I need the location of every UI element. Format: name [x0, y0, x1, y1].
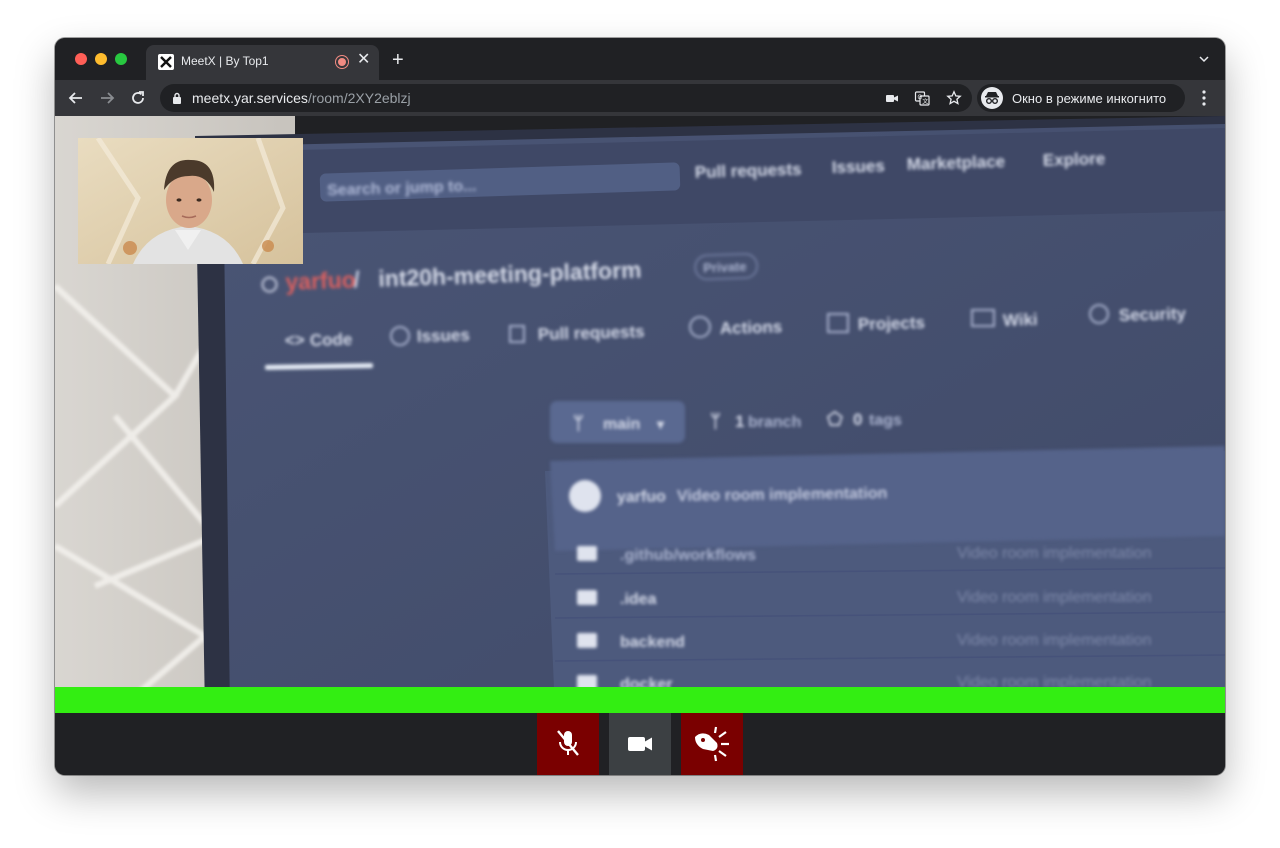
meetx-favicon-icon [158, 54, 174, 70]
recording-indicator-icon [336, 56, 348, 68]
camera-in-use-icon[interactable] [884, 90, 900, 106]
new-tab-button[interactable]: + [392, 50, 404, 70]
branch-dropdown-caret: ▾ [656, 416, 665, 432]
tag-icon: ⬠ [826, 409, 843, 429]
url-text: meetx.yar.services/room/2XY2eblzj [192, 90, 411, 106]
visibility-badge: Private [703, 259, 747, 276]
camera-icon [628, 737, 652, 751]
back-arrow-icon[interactable] [66, 88, 86, 108]
browser-window: MeetX | By Top1 ✕ + meetx.yar.services/r… [55, 38, 1225, 775]
file-row-0-name: .github/workflows [620, 547, 756, 564]
minimize-window-button[interactable] [95, 53, 107, 65]
branches-icon: ᛘ [710, 411, 721, 431]
active-speaker-indicator [55, 687, 1225, 713]
file-row-1-name: .idea [620, 591, 657, 608]
mic-off-icon [557, 730, 579, 756]
browser-tab[interactable]: MeetX | By Top1 ✕ [146, 45, 379, 80]
translate-icon[interactable]: G 文 [914, 90, 930, 106]
repo-tab-wiki: Wiki [1003, 310, 1038, 330]
toggle-camera-button[interactable] [609, 713, 671, 775]
branch-count: 1 [735, 412, 744, 431]
tag-word: tags [869, 412, 902, 429]
github-nav-issues: Issues [832, 156, 886, 177]
branch-button-label: main [603, 416, 640, 433]
url-path: /room/2XY2eblzj [307, 90, 411, 106]
reload-icon[interactable] [128, 88, 148, 108]
call-controls-bar [55, 713, 1225, 775]
repo-tab-security: Security [1119, 304, 1187, 325]
file-row-2-commit: Video room implementation [957, 632, 1151, 649]
file-row-1-commit: Video room implementation [957, 589, 1151, 606]
tag-count: 0 [853, 410, 862, 429]
zoom-window-button[interactable] [115, 53, 127, 65]
browser-menu-icon[interactable] [1197, 88, 1211, 108]
browser-toolbar: meetx.yar.services/room/2XY2eblzj G 文 Ок… [55, 80, 1225, 116]
screen-share-button[interactable] [681, 713, 743, 775]
incognito-label: Окно в режиме инкогнито [1012, 91, 1167, 106]
forward-arrow-icon[interactable] [97, 88, 117, 108]
tab-title: MeetX | By Top1 [181, 54, 269, 68]
repo-tab-pull-requests: Pull requests [538, 322, 645, 344]
incognito-badge[interactable]: Окно в режиме инкогнито [977, 84, 1185, 112]
tab-search-chevron-icon[interactable] [1199, 54, 1209, 64]
screen-share-icon [695, 726, 729, 762]
commit-message: Video room implementation [677, 485, 888, 505]
repo-tab-issues: Issues [417, 326, 470, 346]
local-camera-preview [78, 138, 303, 264]
branch-icon: ᛘ [573, 413, 584, 433]
commit-author: yarfuo [617, 488, 666, 506]
file-row-2-name: backend [620, 634, 685, 651]
tab-strip: MeetX | By Top1 ✕ + [55, 38, 1225, 80]
close-window-button[interactable] [75, 53, 87, 65]
branch-word: branch [748, 414, 801, 431]
video-stage: Search or jump to... Pull requests Issue… [55, 116, 1225, 713]
github-nav-explore: Explore [1043, 149, 1106, 170]
github-nav-pull-requests: Pull requests [695, 160, 802, 182]
lock-icon [173, 92, 181, 104]
incognito-icon [981, 87, 1003, 109]
svg-text:文: 文 [922, 98, 928, 106]
file-row-0-commit: Video room implementation [957, 545, 1151, 562]
github-nav-marketplace: Marketplace [907, 152, 1006, 174]
repo-owner: yarfuo [285, 267, 356, 295]
toggle-microphone-button[interactable] [537, 713, 599, 775]
address-bar[interactable]: meetx.yar.services/room/2XY2eblzj G 文 [160, 84, 972, 112]
repo-tab-code: Code [310, 330, 353, 350]
bookmark-star-icon[interactable] [946, 90, 962, 106]
close-tab-button[interactable]: ✕ [357, 52, 370, 68]
repo-tab-projects: Projects [858, 313, 926, 334]
repo-tab-code-glyph: <> [285, 330, 305, 350]
url-host: meetx.yar.services [192, 90, 308, 106]
repo-tab-actions: Actions [720, 317, 783, 338]
